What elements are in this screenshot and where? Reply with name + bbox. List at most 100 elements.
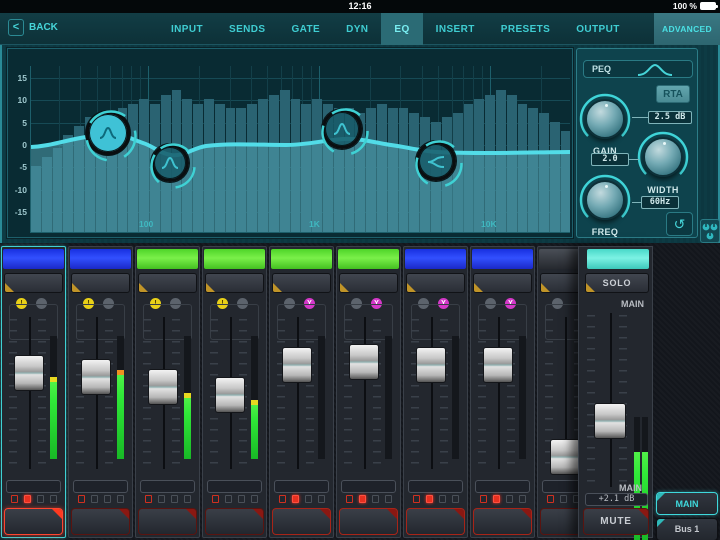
solo-button[interactable] [4,273,63,293]
channel-name-label[interactable] [137,249,198,269]
channel-name-label[interactable] [204,249,265,269]
bell-curve-icon [637,63,673,76]
reset-button[interactable]: ↺ [666,212,693,236]
fader-cap[interactable] [483,347,513,383]
tab-gate[interactable]: GATE [278,13,333,45]
solo-button[interactable] [272,273,331,293]
fader-ticks-left [478,319,486,467]
channel-strip-2[interactable]: ! [68,246,133,538]
mute-button[interactable] [4,508,63,535]
level-meter [318,336,325,459]
main-strip[interactable]: SOLO MAIN MAIN +2.1 dB MUTE [578,246,653,540]
eq-y-tick: -10 [14,184,27,195]
fader-cap[interactable] [416,347,446,383]
solo-button[interactable] [473,273,532,293]
width-value: 2.0 [591,153,629,166]
eq-band-2-handle[interactable] [150,143,196,189]
mute-group-row [203,495,266,503]
mute-button[interactable] [339,508,398,535]
fader-cap[interactable] [349,344,379,380]
fader-ticks-right [440,319,448,467]
channel-strip-3[interactable]: ! [135,246,200,538]
solo-button[interactable] [406,273,465,293]
channel-name-label[interactable] [472,249,533,269]
mute-group-indicator [144,495,152,503]
channel-strip-5[interactable]: Y [269,246,334,538]
fader-value [341,480,396,493]
channel-strip-6[interactable]: Y [336,246,401,538]
mute-group-indicator [371,495,379,503]
channel-name-label[interactable] [405,249,466,269]
main-fader-ticks-right [619,315,627,485]
channel-strip-8[interactable]: Y [470,246,535,538]
fader-ticks-right [38,319,46,467]
tab-insert[interactable]: INSERT [423,13,488,45]
fader-cap[interactable] [215,377,245,413]
mute-group-indicator [237,495,245,503]
freq-knob-cap [585,180,625,220]
main-fader-ticks-left [587,315,595,485]
back-button[interactable]: < BACK [8,19,58,36]
channel-name-label[interactable] [70,249,131,269]
channel-strip-4[interactable]: ! [202,246,267,538]
fader-cap[interactable] [282,347,312,383]
band-ring-icon [85,110,137,162]
sidebar-main[interactable]: MAIN [656,492,718,515]
fader-cap[interactable] [148,369,178,405]
fader-value [6,480,61,493]
tab-eq[interactable]: EQ [381,13,423,45]
gain-knob[interactable] [578,92,632,146]
width-knob[interactable] [636,130,690,184]
solo-button[interactable] [71,273,130,293]
mute-button[interactable] [71,508,130,535]
main-fader-cap[interactable] [594,403,626,439]
fader-cap[interactable] [550,439,580,475]
mute-group-indicator [559,495,567,503]
mute-button[interactable] [138,508,197,535]
mute-button[interactable] [473,508,532,535]
mute-group-indicator [438,495,446,503]
fader-cap[interactable] [14,355,44,391]
eq-x-tick: 1K [309,219,320,229]
mute-group-indicator [345,495,353,503]
tab-input[interactable]: INPUT [158,13,216,45]
fader-cap[interactable] [81,359,111,395]
channel-strip-7[interactable]: Y [403,246,468,538]
main-fader-zone [579,311,652,540]
eq-mode-dropdown[interactable]: PEQ [583,60,693,78]
knobs-view-button[interactable] [700,219,720,243]
mute-group-indicator [546,495,554,503]
channel-strip-1[interactable]: ! [1,246,66,538]
rta-button[interactable]: RTA [656,85,690,103]
mute-button[interactable] [272,508,331,535]
eq-band-3-handle[interactable] [321,108,369,156]
solo-button[interactable] [138,273,197,293]
channel-name-label[interactable] [338,249,399,269]
freq-knob[interactable] [578,173,632,227]
mute-group-row [2,495,65,503]
tab-output[interactable]: OUTPUT [563,13,633,45]
fader-zone [471,315,534,471]
mute-group-row [69,495,132,503]
main-mute-button[interactable]: MUTE [583,508,649,535]
mute-group-row [404,495,467,503]
battery-icon [700,2,718,10]
eq-band-4-handle[interactable] [415,140,463,188]
main-channel-label[interactable] [587,249,649,269]
solo-button[interactable] [339,273,398,293]
eq-band-1-handle[interactable] [85,110,137,162]
eq-y-tick: 0 [22,140,27,150]
mute-group-indicator [10,495,18,503]
mute-button[interactable] [205,508,264,535]
channel-name-label[interactable] [271,249,332,269]
tab-sends[interactable]: SENDS [216,13,278,45]
solo-button[interactable] [205,273,264,293]
channel-name-label[interactable] [3,249,64,269]
main-solo-button[interactable]: SOLO [585,273,649,293]
sidebar-bus-1[interactable]: Bus 1 [656,517,718,540]
tab-presets[interactable]: PRESETS [488,13,563,45]
mixer-app-screen: 12:16 100 % < BACK INPUT SENDS GATE DYN EQ IN… [0,0,720,540]
advanced-button[interactable]: ADVANCED [654,13,720,45]
mute-button[interactable] [406,508,465,535]
tab-dyn[interactable]: DYN [333,13,381,45]
